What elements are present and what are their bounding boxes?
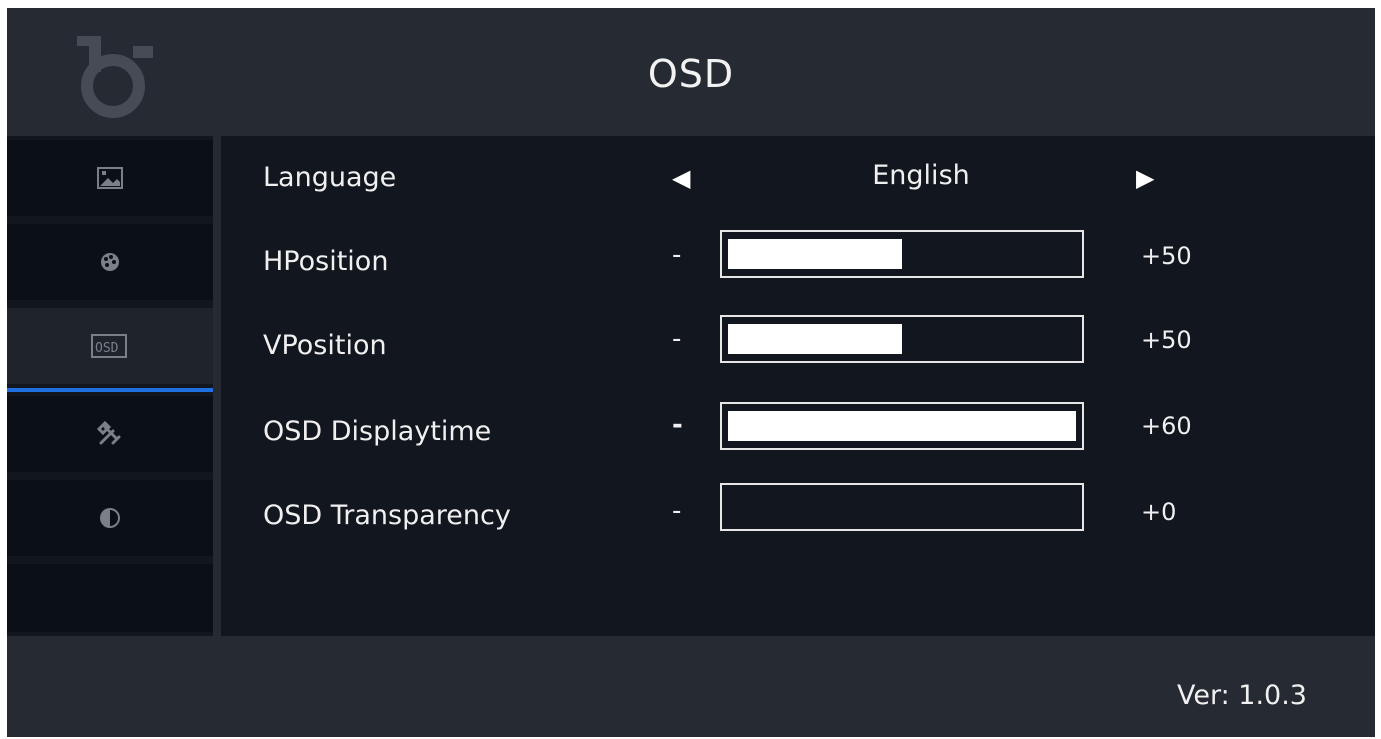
vposition-label: VPosition [263,330,387,361]
hposition-value: +50 [1141,242,1192,270]
osd-transparency-label: OSD Transparency [263,500,511,531]
osd-displaytime-slider-fill [728,411,1076,441]
hposition-label: HPosition [263,246,389,277]
osd-window: OSD OSD Language ◀ English ▶ HPosition -… [7,8,1375,737]
picture-icon [97,167,123,189]
vposition-slider[interactable] [720,315,1084,363]
osd-displaytime-decrease[interactable]: - [672,410,683,440]
osd-transparency-decrease[interactable]: - [672,496,681,526]
language-label: Language [263,162,397,193]
contrast-icon [100,508,120,528]
vposition-value: +50 [1141,326,1192,354]
active-indicator [7,388,213,392]
sidebar-item-color[interactable] [7,224,213,300]
language-prev-arrow[interactable]: ◀ [672,164,690,192]
svg-text:OSD: OSD [95,341,119,356]
sidebar-item-contrast[interactable] [7,480,213,556]
version-label: Ver: 1.0.3 [1177,680,1307,711]
osd-icon: OSD [91,334,127,358]
header-bar: OSD [7,8,1375,136]
osd-displaytime-value: +60 [1141,412,1192,440]
sidebar-item-picture[interactable] [7,140,213,216]
osd-displaytime-slider[interactable] [720,402,1084,450]
osd-settings-panel: Language ◀ English ▶ HPosition - +50 VPo… [221,136,1375,636]
hposition-slider-fill [728,239,902,269]
sidebar-divider [213,136,221,636]
sidebar-item-empty [7,564,213,632]
page-title: OSD [647,52,735,96]
color-palette-icon [101,253,119,271]
osd-transparency-slider[interactable] [720,483,1084,531]
vposition-decrease[interactable]: - [672,324,681,354]
sidebar-item-osd[interactable]: OSD [7,308,213,392]
vposition-slider-fill [728,324,902,354]
osd-transparency-value: +0 [1141,498,1177,526]
language-next-arrow[interactable]: ▶ [1136,164,1154,192]
hposition-slider[interactable] [720,230,1084,278]
footer-bar: Ver: 1.0.3 [7,636,1375,737]
sidebar: OSD [7,136,221,636]
tools-icon [96,420,121,445]
sidebar-item-tools[interactable] [7,396,213,472]
language-value[interactable]: English [861,160,981,191]
osd-displaytime-label: OSD Displaytime [263,416,492,447]
hposition-decrease[interactable]: - [672,240,681,270]
